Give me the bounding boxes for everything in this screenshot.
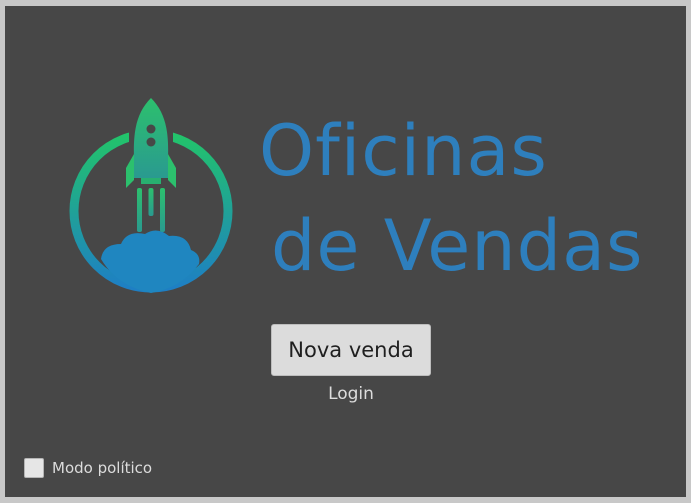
login-link[interactable]: Login bbox=[271, 384, 431, 404]
app-window: Oficinas de Vendas Nova venda Login Modo… bbox=[5, 6, 686, 497]
political-mode-option[interactable]: Modo político bbox=[24, 458, 152, 478]
new-sale-button[interactable]: Nova venda bbox=[271, 324, 431, 376]
app-title-line-2: de Vendas bbox=[271, 205, 644, 287]
political-mode-label: Modo político bbox=[52, 459, 153, 477]
app-title-line-1: Oficinas bbox=[259, 110, 548, 192]
political-mode-checkbox[interactable] bbox=[24, 458, 44, 478]
